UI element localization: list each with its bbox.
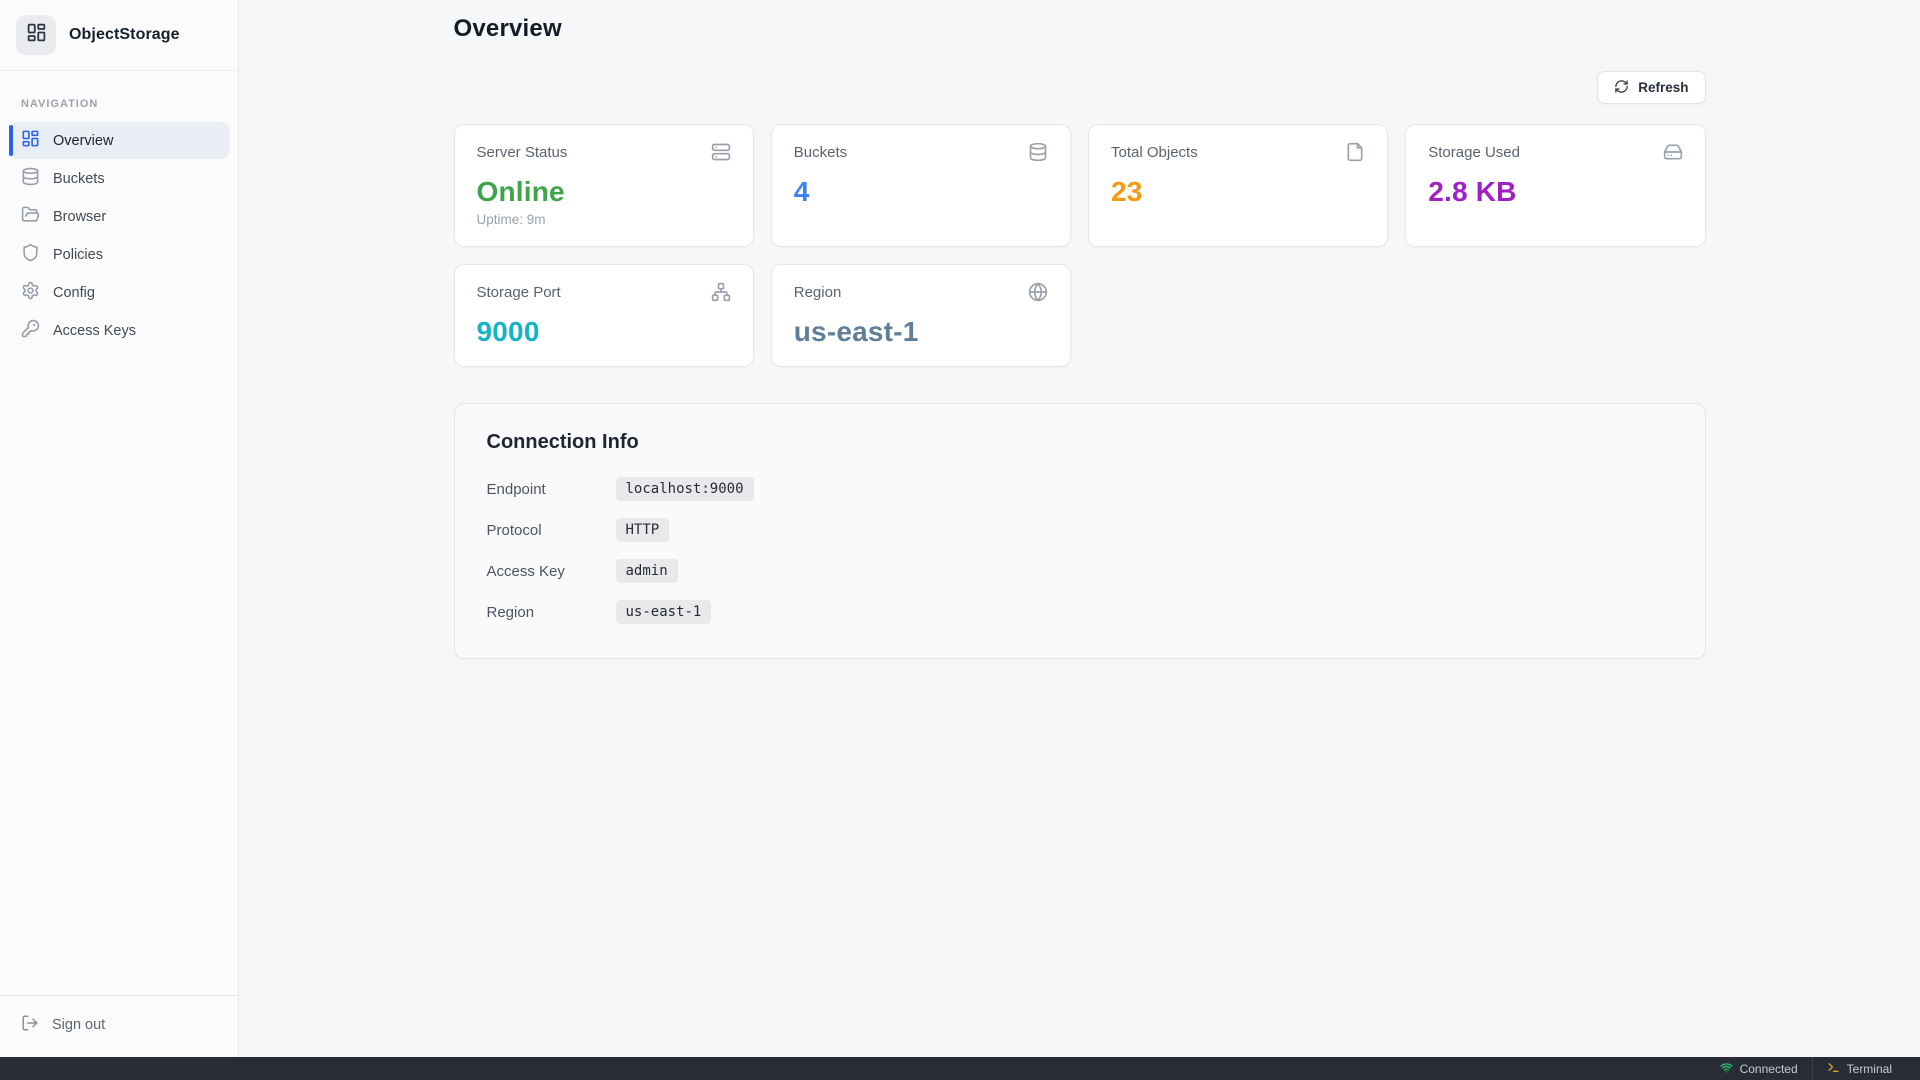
refresh-button[interactable]: Refresh	[1597, 71, 1705, 104]
nav-section-label: NAVIGATION	[0, 98, 238, 110]
app-logo	[16, 15, 56, 55]
sidebar-item-overview[interactable]: Overview	[9, 122, 229, 159]
stat-card-storage-port: Storage Port 9000	[454, 264, 754, 367]
toolbar: Refresh	[454, 71, 1706, 104]
sidebar-item-config[interactable]: Config	[9, 274, 229, 311]
page-title: Overview	[454, 15, 1706, 43]
sidebar-item-buckets[interactable]: Buckets	[9, 160, 229, 197]
connection-row-label: Region	[487, 604, 616, 621]
connection-status-label: Connected	[1740, 1062, 1798, 1076]
sign-out-button[interactable]: Sign out	[9, 1006, 229, 1043]
stat-label: Total Objects	[1111, 142, 1198, 161]
connection-row-value: HTTP	[616, 518, 670, 542]
shield-icon	[21, 243, 40, 266]
gear-icon	[21, 281, 40, 304]
connection-info-panel: Connection Info Endpoint localhost:9000 …	[454, 403, 1706, 659]
sidebar-item-label: Browser	[53, 209, 106, 225]
sidebar-spacer	[0, 350, 238, 995]
folder-open-icon	[21, 205, 40, 228]
sidebar-item-policies[interactable]: Policies	[9, 236, 229, 273]
app-window: ObjectStorage NAVIGATION Overview Bucket…	[0, 0, 1920, 1057]
connection-row-value: localhost:9000	[616, 477, 754, 501]
sidebar: ObjectStorage NAVIGATION Overview Bucket…	[0, 0, 239, 1057]
sidebar-item-label: Overview	[53, 133, 113, 149]
stat-label: Storage Port	[477, 282, 561, 301]
globe-icon	[1028, 282, 1048, 307]
connection-row-value: admin	[616, 559, 678, 583]
stat-value: Online	[477, 176, 731, 208]
terminal-button[interactable]: Terminal	[1813, 1057, 1906, 1080]
stat-cards: Server Status Online Uptime: 9m Buckets	[454, 124, 1706, 367]
stat-card-buckets: Buckets 4	[771, 124, 1071, 247]
wifi-icon	[1720, 1061, 1733, 1077]
database-icon	[1028, 142, 1048, 167]
stat-label: Server Status	[477, 142, 568, 161]
connection-info-title: Connection Info	[487, 431, 1673, 454]
sidebar-item-label: Policies	[53, 247, 103, 263]
connection-row-access-key: Access Key admin	[487, 559, 1673, 583]
app-title: ObjectStorage	[69, 26, 180, 44]
stat-label: Buckets	[794, 142, 847, 161]
stat-value: 9000	[477, 316, 731, 348]
connection-row-label: Endpoint	[487, 481, 616, 498]
server-icon	[711, 142, 731, 167]
stat-card-server-status: Server Status Online Uptime: 9m	[454, 124, 754, 247]
sidebar-item-access-keys[interactable]: Access Keys	[9, 312, 229, 349]
network-icon	[711, 282, 731, 307]
terminal-icon	[1827, 1061, 1840, 1077]
stat-card-region: Region us-east-1	[771, 264, 1071, 367]
hard-drive-icon	[1663, 142, 1683, 167]
status-bar: Connected Terminal	[0, 1057, 1920, 1080]
stat-subtitle: Uptime: 9m	[477, 212, 731, 229]
sidebar-nav: Overview Buckets Browser Policies	[0, 122, 238, 350]
terminal-label: Terminal	[1847, 1062, 1892, 1076]
connection-row-endpoint: Endpoint localhost:9000	[487, 477, 1673, 501]
sidebar-header: ObjectStorage	[0, 0, 238, 71]
sidebar-footer: Sign out	[0, 995, 238, 1057]
connection-row-label: Protocol	[487, 522, 616, 539]
stat-value: 4	[794, 176, 1048, 208]
connection-row-label: Access Key	[487, 563, 616, 580]
connection-status[interactable]: Connected	[1706, 1057, 1812, 1080]
stat-value: 23	[1111, 176, 1365, 208]
log-out-icon	[21, 1014, 39, 1036]
sidebar-item-label: Buckets	[53, 171, 105, 187]
main-content: Overview Refresh Server Status	[239, 0, 1920, 1057]
refresh-label: Refresh	[1638, 80, 1688, 95]
stat-card-storage-used: Storage Used 2.8 KB	[1405, 124, 1705, 247]
connection-row-protocol: Protocol HTTP	[487, 518, 1673, 542]
dashboard-grid-icon	[26, 22, 47, 48]
stat-label: Region	[794, 282, 842, 301]
stat-value: us-east-1	[794, 316, 1048, 348]
database-icon	[21, 167, 40, 190]
stat-card-total-objects: Total Objects 23	[1088, 124, 1388, 247]
sidebar-item-browser[interactable]: Browser	[9, 198, 229, 235]
sidebar-item-label: Config	[53, 285, 95, 301]
refresh-icon	[1614, 79, 1629, 97]
dashboard-icon	[21, 129, 40, 152]
stat-label: Storage Used	[1428, 142, 1520, 161]
file-icon	[1345, 142, 1365, 167]
stat-value: 2.8 KB	[1428, 176, 1682, 208]
key-icon	[21, 319, 40, 342]
connection-row-region: Region us-east-1	[487, 600, 1673, 624]
sidebar-item-label: Access Keys	[53, 323, 136, 339]
sign-out-label: Sign out	[52, 1017, 105, 1033]
connection-row-value: us-east-1	[616, 600, 712, 624]
